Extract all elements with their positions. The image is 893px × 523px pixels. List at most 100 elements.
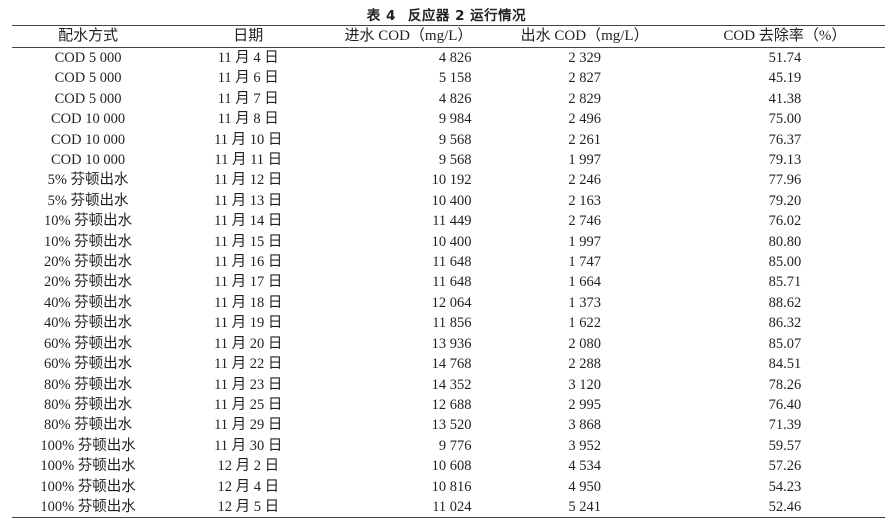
table-row: COD 10 000 11 月 10 日 9 568 2 261 76.37 [12, 130, 885, 150]
influent-value: 12 688 [431, 396, 472, 413]
cell-effluent-cod: 2 080 [568, 335, 601, 352]
cell-influent-cod: 4 826 [332, 89, 484, 109]
influent-value: 11 856 [432, 315, 472, 332]
influent-value: 14 352 [431, 376, 472, 393]
cell-influent-cod: 11 856 [332, 313, 484, 333]
cell-influent-cod: 9 776 [332, 436, 484, 456]
header-effluent-cod: 出水 COD（mg/L） [484, 25, 685, 48]
table-row: 10% 芬顿出水 11 月 14 日 11 449 2 746 76.02 [12, 211, 885, 231]
cell-effluent-cod: 2 246 [568, 172, 601, 189]
cell-date: 11 月 22 日 [214, 356, 283, 373]
cell-influent-cod: 11 648 [332, 252, 484, 272]
table-row: 100% 芬顿出水 12 月 5 日 11 024 5 241 52.46 [12, 497, 885, 518]
reactor-operation-table: 配水方式 日期 进水 COD（mg/L） 出水 COD（mg/L） COD 去除… [12, 25, 885, 519]
table-row: 100% 芬顿出水 12 月 2 日 10 608 4 534 57.26 [12, 456, 885, 476]
cell-date: 11 月 11 日 [214, 152, 283, 169]
cell-influent-cod: 13 936 [332, 334, 484, 354]
cell-removal-rate: 84.51 [768, 356, 802, 373]
influent-value: 4 826 [438, 50, 472, 66]
table-row: 100% 芬顿出水 12 月 4 日 10 816 4 950 54.23 [12, 477, 885, 497]
cell-removal-rate: 59.57 [768, 437, 802, 454]
influent-value: 10 608 [431, 458, 472, 475]
cell-effluent-cod: 3 120 [568, 376, 601, 393]
table-caption: 表 4 反应器 2 运行情况 [0, 4, 893, 24]
cell-water-mode: COD 10 000 [51, 152, 126, 169]
cell-influent-cod: 10 400 [332, 232, 484, 252]
cell-date: 11 月 8 日 [217, 111, 279, 128]
cell-date: 11 月 16 日 [214, 254, 283, 271]
cell-effluent-cod: 2 746 [568, 213, 601, 230]
cell-date: 11 月 4 日 [217, 50, 279, 66]
cell-removal-rate: 79.20 [768, 192, 802, 209]
cell-water-mode: 100% 芬顿出水 [40, 437, 136, 454]
cell-influent-cod: 10 816 [332, 477, 484, 497]
cell-effluent-cod: 2 329 [568, 50, 601, 66]
cell-influent-cod: 9 568 [332, 150, 484, 170]
cell-date: 11 月 30 日 [214, 437, 283, 454]
table-row: 5% 芬顿出水 11 月 13 日 10 400 2 163 79.20 [12, 191, 885, 211]
cell-water-mode: 100% 芬顿出水 [40, 458, 136, 475]
influent-value: 11 648 [432, 254, 472, 271]
header-row: 配水方式 日期 进水 COD（mg/L） 出水 COD（mg/L） COD 去除… [12, 25, 885, 48]
header-date: 日期 [164, 25, 333, 48]
table-row: 10% 芬顿出水 11 月 15 日 10 400 1 997 80.80 [12, 232, 885, 252]
cell-water-mode: 100% 芬顿出水 [40, 498, 136, 515]
cell-effluent-cod: 2 288 [568, 356, 601, 373]
cell-date: 11 月 6 日 [217, 70, 279, 87]
cell-effluent-cod: 1 664 [568, 274, 601, 291]
cell-removal-rate: 45.19 [768, 70, 802, 87]
cell-effluent-cod: 1 997 [568, 233, 601, 250]
cell-influent-cod: 11 449 [332, 211, 484, 231]
cell-effluent-cod: 2 995 [568, 396, 601, 413]
table-row: 80% 芬顿出水 11 月 29 日 13 520 3 868 71.39 [12, 415, 885, 435]
cell-removal-rate: 54.23 [768, 478, 802, 495]
table-row: 20% 芬顿出水 11 月 16 日 11 648 1 747 85.00 [12, 252, 885, 272]
cell-water-mode: COD 10 000 [51, 131, 126, 148]
cell-date: 11 月 29 日 [214, 417, 283, 434]
cell-influent-cod: 13 520 [332, 415, 484, 435]
cell-removal-rate: 52.46 [768, 498, 802, 515]
cell-influent-cod: 11 024 [332, 497, 484, 518]
cell-water-mode: COD 5 000 [54, 70, 122, 87]
table-row: COD 10 000 11 月 8 日 9 984 2 496 75.00 [12, 109, 885, 129]
table-row: COD 5 000 11 月 4 日 4 826 2 329 51.74 [12, 48, 885, 69]
cell-removal-rate: 71.39 [768, 417, 802, 434]
cell-date: 12 月 2 日 [217, 458, 280, 475]
cell-effluent-cod: 1 622 [568, 315, 601, 332]
header-removal-rate: COD 去除率（%） [684, 25, 885, 48]
cell-effluent-cod: 3 952 [568, 437, 601, 454]
cell-removal-rate: 85.71 [768, 274, 802, 291]
influent-value: 4 826 [438, 90, 472, 107]
cell-date: 11 月 14 日 [214, 213, 283, 230]
cell-removal-rate: 85.07 [768, 335, 802, 352]
table-row: 5% 芬顿出水 11 月 12 日 10 192 2 246 77.96 [12, 170, 885, 190]
cell-influent-cod: 11 648 [332, 272, 484, 292]
cell-removal-rate: 88.62 [768, 294, 802, 311]
influent-value: 10 400 [431, 192, 472, 209]
cell-influent-cod: 14 352 [332, 375, 484, 395]
cell-removal-rate: 51.74 [768, 50, 802, 66]
cell-effluent-cod: 1 373 [568, 294, 601, 311]
influent-value: 9 984 [438, 111, 472, 128]
cell-removal-rate: 85.00 [768, 254, 802, 271]
table-row: 60% 芬顿出水 11 月 20 日 13 936 2 080 85.07 [12, 334, 885, 354]
cell-removal-rate: 76.37 [768, 131, 802, 148]
cell-water-mode: 5% 芬顿出水 [47, 172, 129, 189]
cell-water-mode: 20% 芬顿出水 [43, 254, 133, 271]
header-influent-cod: 进水 COD（mg/L） [332, 25, 485, 48]
table-row: 60% 芬顿出水 11 月 22 日 14 768 2 288 84.51 [12, 354, 885, 374]
table-row: COD 5 000 11 月 7 日 4 826 2 829 41.38 [12, 89, 885, 109]
cell-date: 11 月 23 日 [214, 376, 283, 393]
cell-water-mode: 40% 芬顿出水 [43, 315, 133, 332]
influent-value: 13 520 [431, 417, 472, 434]
cell-date: 11 月 17 日 [214, 274, 283, 291]
influent-value: 13 936 [431, 335, 472, 352]
cell-removal-rate: 77.96 [768, 172, 802, 189]
cell-influent-cod: 9 984 [332, 109, 484, 129]
influent-value: 10 400 [431, 233, 472, 250]
cell-water-mode: 5% 芬顿出水 [47, 192, 129, 209]
cell-date: 12 月 5 日 [217, 498, 280, 515]
cell-water-mode: 60% 芬顿出水 [43, 356, 133, 373]
cell-date: 11 月 13 日 [214, 192, 283, 209]
influent-value: 10 816 [431, 478, 472, 495]
